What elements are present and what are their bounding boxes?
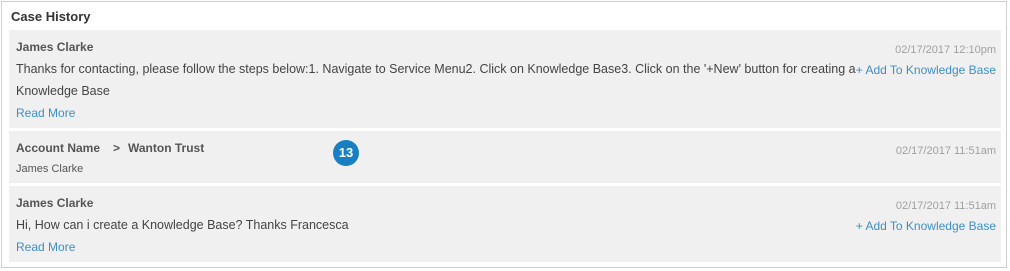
read-more-link[interactable]: Read More — [16, 240, 75, 254]
case-history-title: Case History — [11, 9, 91, 24]
entry-timestamp: 02/17/2017 12:10pm — [895, 44, 996, 56]
entry-message-line2: Knowledge Base — [16, 84, 110, 98]
breadcrumb-separator: > — [113, 141, 121, 155]
add-to-knowledge-base-link[interactable]: + Add To Knowledge Base — [856, 63, 996, 77]
account-name-label: Account Name — [16, 141, 101, 155]
entry-sub-user: James Clarke — [16, 163, 84, 175]
entry-timestamp: 02/17/2017 11:51am — [895, 145, 996, 157]
entry-author: James Clarke — [16, 196, 94, 210]
case-history-entry: James Clarke 02/17/2017 11:51am Hi, How … — [9, 186, 1001, 262]
step-number-badge: 13 — [333, 140, 359, 166]
case-history-entry: James Clarke 02/17/2017 12:10pm Thanks f… — [9, 30, 1001, 128]
read-more-link[interactable]: Read More — [16, 106, 75, 120]
entry-author: James Clarke — [16, 40, 94, 54]
account-name-value: Wanton Trust — [128, 141, 205, 155]
add-to-knowledge-base-link[interactable]: + Add To Knowledge Base — [856, 219, 996, 233]
entry-message: Hi, How can i create a Knowledge Base? T… — [16, 218, 349, 232]
entry-timestamp: 02/17/2017 11:51am — [895, 200, 996, 212]
case-history-panel: Case History James Clarke 02/17/2017 12:… — [1, 1, 1007, 268]
entry-message-line1: Thanks for contacting, please follow the… — [16, 62, 856, 76]
case-history-entry: Account Name > Wanton Trust James Clarke… — [9, 131, 1001, 183]
